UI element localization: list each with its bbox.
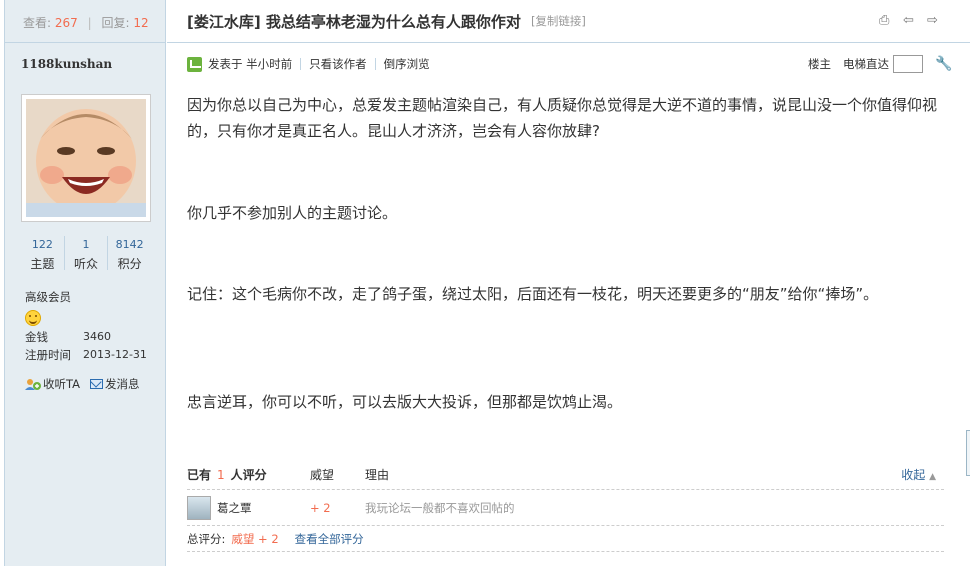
replies-label: 回复:: [101, 16, 130, 30]
stat-label: 主题: [30, 257, 55, 271]
view-all-ratings-link[interactable]: 查看全部评分: [295, 531, 364, 547]
rater-name[interactable]: 葛之覃: [217, 500, 252, 516]
post-main: [娄江水库] 我总结亭林老湿为什么总有人跟你作对 [复制链接] ⎙ ⇦ ⇨ 发表…: [167, 0, 970, 566]
rating-total: 总评分: 威望 + 2 查看全部评分: [187, 526, 944, 552]
rating-section: 已有 1 人评分 威望 理由 收起 ▲ 葛之覃 + 2 我玩论坛一般都不喜欢回帖…: [187, 460, 944, 552]
rating-points: + 2: [310, 500, 331, 515]
thread-tools: ⎙ ⇦ ⇨: [879, 14, 941, 27]
follow-icon: [25, 379, 41, 390]
thread-stats: 查看: 267 | 回复: 12: [5, 0, 165, 43]
stat-points[interactable]: 8142 积分: [108, 236, 151, 271]
stat-value: 1: [82, 238, 90, 251]
stat-listeners[interactable]: 1 听众: [65, 236, 109, 271]
column-points: 威望: [310, 468, 335, 482]
envelope-icon: [90, 379, 103, 389]
floor-controls: 楼主 电梯直达 🔧: [808, 55, 952, 73]
thread-title: [娄江水库] 我总结亭林老湿为什么总有人跟你作对: [187, 12, 521, 31]
register-row: 注册时间 2013-12-31: [25, 346, 147, 364]
stat-label: 听众: [74, 257, 99, 271]
divider: [300, 58, 302, 70]
author-stats: 122 主题 1 听众 8142 积分: [21, 236, 151, 271]
stat-value: 122: [31, 238, 53, 251]
views-count: 267: [54, 16, 78, 30]
total-label: 总评分:: [187, 531, 226, 546]
print-icon[interactable]: ⎙: [879, 14, 893, 27]
author-only-link[interactable]: 只看该作者: [309, 56, 367, 72]
post-info-bar: 发表于 半小时前 只看该作者 倒序浏览 楼主 电梯直达 🔧: [187, 54, 952, 74]
post-paragraph: 因为你总以自己为中心，总爱发主题帖渲染自己，有人质疑你总觉得是大逆不道的事情，说…: [187, 96, 938, 140]
post-paragraph: 你几乎不参加别人的主题讨论。: [187, 204, 398, 222]
money-row: 金钱 3460: [25, 328, 147, 346]
copy-link-button[interactable]: [复制链接]: [531, 13, 586, 29]
money-label: 金钱: [25, 330, 48, 344]
wrench-icon[interactable]: 🔧: [935, 56, 952, 72]
collapse-label: 收起: [901, 468, 926, 482]
rating-prefix: 已有: [187, 468, 212, 482]
posted-time: 发表于 半小时前: [208, 57, 293, 71]
thread-header: [娄江水库] 我总结亭林老湿为什么总有人跟你作对 [复制链接] ⎙ ⇦ ⇨: [167, 0, 970, 43]
register-date: 2013-12-31: [83, 348, 147, 361]
author-name[interactable]: 1188kunshan: [21, 57, 112, 71]
caret-up-icon: ▲: [929, 472, 936, 482]
follow-button[interactable]: 收听TA: [25, 376, 80, 392]
rating-suffix: 人评分: [230, 468, 267, 482]
post-paragraph: 记住：这个毛病你不改，走了鸽子蛋，绕过太阳，后面还有一枝花，明天还要更多的“朋友…: [187, 285, 879, 303]
prev-thread-icon[interactable]: ⇦: [903, 14, 917, 27]
rater-avatar[interactable]: [187, 495, 211, 520]
collapse-button[interactable]: 收起 ▲: [901, 466, 936, 483]
follow-label: 收听TA: [43, 377, 80, 391]
message-label: 发消息: [105, 377, 140, 391]
member-level[interactable]: 高级会员: [25, 288, 147, 306]
send-message-button[interactable]: 发消息: [90, 376, 140, 392]
next-thread-icon[interactable]: ⇨: [927, 14, 941, 27]
divider: |: [87, 16, 92, 30]
post-paragraph: 忠言逆耳，你可以不听，可以去版大大投诉，但那都是饮鸩止渴。: [187, 393, 623, 411]
stat-threads[interactable]: 122 主题: [21, 236, 65, 271]
author-actions: 收听TA 发消息: [25, 376, 140, 392]
register-label: 注册时间: [25, 348, 71, 362]
replies-count: 12: [133, 16, 149, 30]
floor-label: 楼主: [808, 57, 831, 71]
post-status-icon: [187, 56, 202, 72]
baby-avatar-image: [26, 99, 146, 217]
post-frame: 查看: 267 | 回复: 12 1188kunshan 122 主题 1 听众…: [4, 0, 970, 566]
column-reason: 理由: [365, 468, 390, 482]
author-sidebar: 查看: 267 | 回复: 12 1188kunshan 122 主题 1 听众…: [5, 0, 166, 566]
stat-label: 积分: [117, 257, 142, 271]
smiley-icon: [25, 310, 41, 326]
side-scroll-tab[interactable]: [966, 430, 970, 476]
views-label: 查看:: [23, 16, 52, 30]
avatar[interactable]: [21, 94, 151, 222]
total-value: 威望 + 2: [231, 531, 279, 546]
rating-header: 已有 1 人评分 威望 理由 收起 ▲: [187, 460, 944, 490]
reverse-order-link[interactable]: 倒序浏览: [384, 56, 430, 72]
elevator-label: 电梯直达: [843, 57, 889, 71]
author-info: 高级会员 金钱 3460 注册时间 2013-12-31: [25, 288, 147, 364]
money-value: 3460: [83, 330, 111, 343]
rating-reason: 我玩论坛一般都不喜欢回帖的: [365, 500, 515, 515]
stat-value: 8142: [115, 238, 144, 251]
rating-count: 1: [217, 467, 225, 482]
divider: [374, 58, 376, 70]
rating-row: 葛之覃 + 2 我玩论坛一般都不喜欢回帖的: [187, 490, 944, 526]
elevator-input[interactable]: [893, 55, 923, 73]
